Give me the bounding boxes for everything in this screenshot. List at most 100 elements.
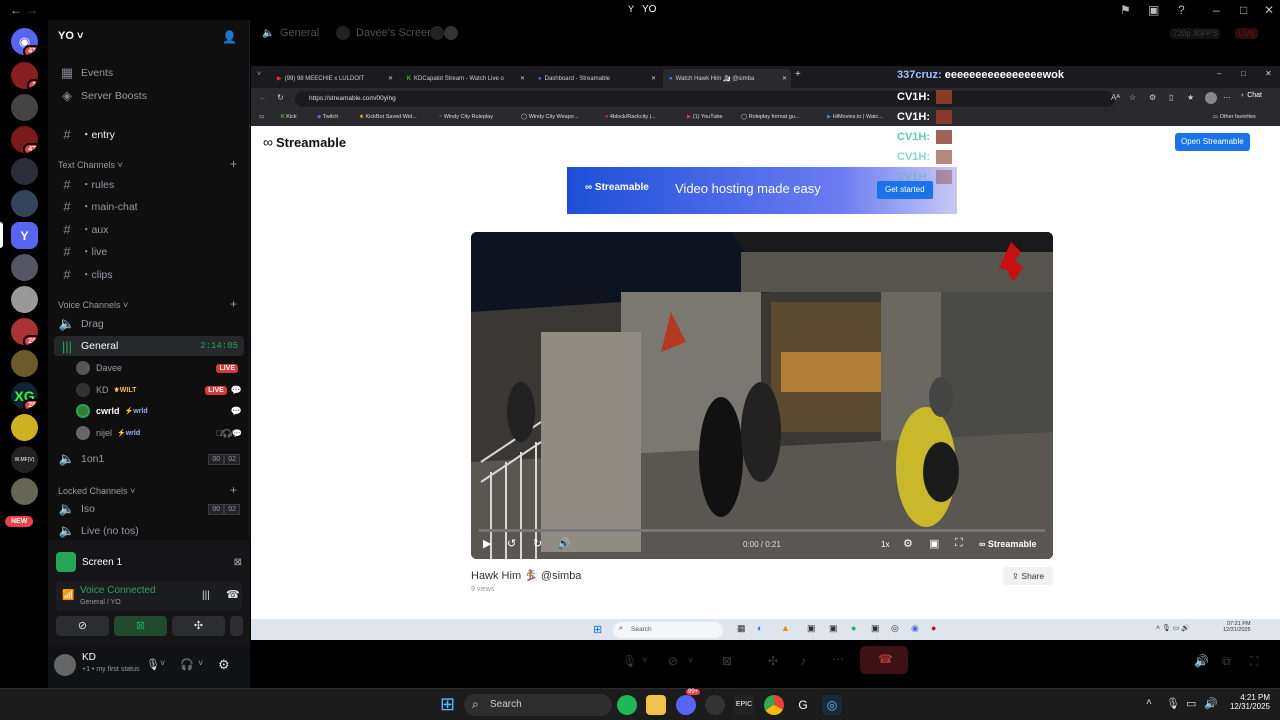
windows-start-icon[interactable]: ⊞ [440,694,455,715]
server-icon-xg[interactable]: XG 28 [11,382,38,409]
discord-icon[interactable]: 99+ [676,689,701,715]
favorites-folder-icon[interactable]: ▭ [259,114,264,120]
app-icon[interactable] [705,695,725,715]
refresh-icon[interactable]: ↻ [277,93,284,102]
server-icon-1[interactable]: 2 [11,62,38,89]
inbox-flag-icon[interactable]: ⚑ [1120,3,1131,17]
more-options-icon[interactable]: ⋯ [832,652,844,666]
back-icon[interactable]: ← [259,93,267,102]
network-icon[interactable]: ▭ [1186,697,1196,710]
other-favorites[interactable]: ▭ Other favorites [1213,114,1256,120]
app-g-icon[interactable]: G [793,695,813,715]
channel-live[interactable]: # ・live [54,241,244,261]
browser-tab[interactable]: ▶ (99) 98 MEECHIE x LULDOIT ✕ [271,69,397,88]
copilot-chat-button[interactable]: ◐ Chat [1241,92,1262,99]
file-explorer-icon[interactable] [646,695,666,715]
popout-icon[interactable]: ⧉ [1222,654,1231,669]
text-channels-category[interactable]: Text Channels ˅ [58,160,123,170]
server-icon-11[interactable] [11,478,38,505]
tab-list-icon[interactable]: ˅ [257,71,261,78]
screen-share-preview[interactable]: Screen 1 ⊠ [56,547,242,577]
favorite-item[interactable]: ◯ Roleplay format gu... [741,114,799,120]
server-icon-yo[interactable]: Y [11,222,38,249]
microphone-icon[interactable]: 🎙 [622,654,637,668]
profile-avatar[interactable] [1205,92,1217,104]
close-tab-icon[interactable]: ✕ [651,75,656,82]
activities-button[interactable]: ✣ [172,616,225,636]
server-icon-6[interactable] [11,254,38,281]
favorite-item[interactable]: ▶ HiMovies.to | Watc... [827,114,883,120]
volume-icon[interactable]: 🔊 [1204,697,1218,710]
server-icon-3[interactable]: 47 [11,126,38,153]
rewind-icon[interactable]: ↺ [507,537,516,550]
noise-suppression-icon[interactable]: ||| [202,590,210,601]
voice-user-davee[interactable]: Davee LIVE [76,358,244,378]
stop-share-icon[interactable]: ⊠ [234,557,242,568]
favorite-item[interactable]: ● 4block/Rackcity |... [605,114,656,120]
video-progress-track[interactable] [479,529,1045,532]
server-boosts-item[interactable]: ◈ Server Boosts [54,86,244,106]
server-icon-wmf[interactable]: W.MF(V) [11,446,38,473]
close-icon[interactable]: ✕ [1264,3,1274,17]
open-streamable-button[interactable]: Open Streamable [1175,133,1250,151]
server-name-header[interactable]: YO ˅ [58,30,83,42]
server-icon-10[interactable] [11,414,38,441]
server-icon-4[interactable] [11,158,38,185]
voice-channel-iso[interactable]: 🔈 Iso 00 02 [54,499,244,519]
pip-icon[interactable]: ▣ [929,537,939,550]
more-menu-icon[interactable]: ⋯ [1223,93,1231,102]
browser-close-icon[interactable]: ✕ [1265,69,1272,78]
back-arrow-icon[interactable]: ← [10,3,22,17]
camera-off-button[interactable]: ⊘ [56,616,109,636]
favorites-icon[interactable]: ★ [1187,93,1194,102]
close-tab-icon[interactable]: ✕ [782,75,787,82]
locked-channels-category[interactable]: Locked Channels ˅ [58,486,135,496]
favorite-item[interactable]: ~ Windy City Roleplay [439,114,493,120]
forward-arrow-icon[interactable]: → [26,3,38,17]
new-tab-icon[interactable]: + [795,69,801,80]
volume-icon[interactable]: 🔊 [557,537,571,550]
favorite-item[interactable]: ◆ Twitch [317,114,338,120]
soundboard-button[interactable] [230,616,243,636]
add-voice-channel-icon[interactable]: + [230,297,237,311]
headphones-icon[interactable]: 🎧 [180,658,194,671]
forward-icon[interactable]: ↻ [533,537,542,550]
settings-icon[interactable]: ⚙ [903,537,913,550]
server-icon-8[interactable]: 20 [11,318,38,345]
chevron-down-icon[interactable]: ˅ [688,655,693,665]
channel-main-chat[interactable]: # ・main-chat [54,196,244,216]
reader-icon[interactable]: Aᴬ [1111,93,1120,102]
maximize-icon[interactable]: □ [1240,3,1247,17]
add-text-channel-icon[interactable]: + [230,157,237,171]
disconnect-icon[interactable]: ☎ [226,588,240,601]
voice-location[interactable]: General / YO [80,599,121,606]
help-icon[interactable]: ? [1178,3,1185,17]
voice-user-kd[interactable]: KD ⚜WILT LIVE 💬 [76,380,244,400]
chevron-down-icon[interactable]: ˅ [642,655,647,665]
browser-tab[interactable]: K KDCapalot Stream - Watch Live o ✕ [401,69,529,88]
favorite-item[interactable]: ★ KickBot Saved Wid... [359,114,417,120]
voice-user-cwrld[interactable]: cwrld ⚡wrld 💬 [76,401,244,421]
volume-icon[interactable]: 🔊 [1194,654,1209,668]
voice-channel-general[interactable]: ||| General 2:14:05 [54,336,244,356]
steam-icon[interactable]: ◎ [822,695,842,715]
server-icon-5[interactable] [11,190,38,217]
clock[interactable]: 4:21 PM 12/31/2025 [1222,693,1270,711]
channel-aux[interactable]: # ・aux [54,219,244,239]
url-field[interactable]: https://streamable.com/00yihg [295,91,1115,107]
screen-share-icon[interactable]: ⊠ [722,654,732,668]
camera-off-icon[interactable]: ⊘ [668,654,678,668]
inbox-icon[interactable]: ▣ [1148,3,1159,17]
browser-tab-active[interactable]: ● Watch Hawk Him 🏂 @simba ✕ [663,69,791,88]
activities-icon[interactable]: ✣ [768,654,778,668]
channel-clips[interactable]: # ・clips [54,264,244,284]
play-icon[interactable]: ▶ [483,537,491,550]
invite-people-icon[interactable]: 👤 [222,30,237,44]
leave-call-button[interactable]: ☎ [860,646,908,674]
server-icon-2[interactable] [11,94,38,121]
favorite-item[interactable]: ◯ Windy City Weapo... [521,114,578,120]
taskbar-search[interactable]: ⌕ Search [464,694,612,716]
server-icon-9[interactable] [11,350,38,377]
browser-maximize-icon[interactable]: □ [1241,69,1246,78]
voice-channel-live-no-tos[interactable]: 🔈 Live (no tos) [54,521,244,541]
